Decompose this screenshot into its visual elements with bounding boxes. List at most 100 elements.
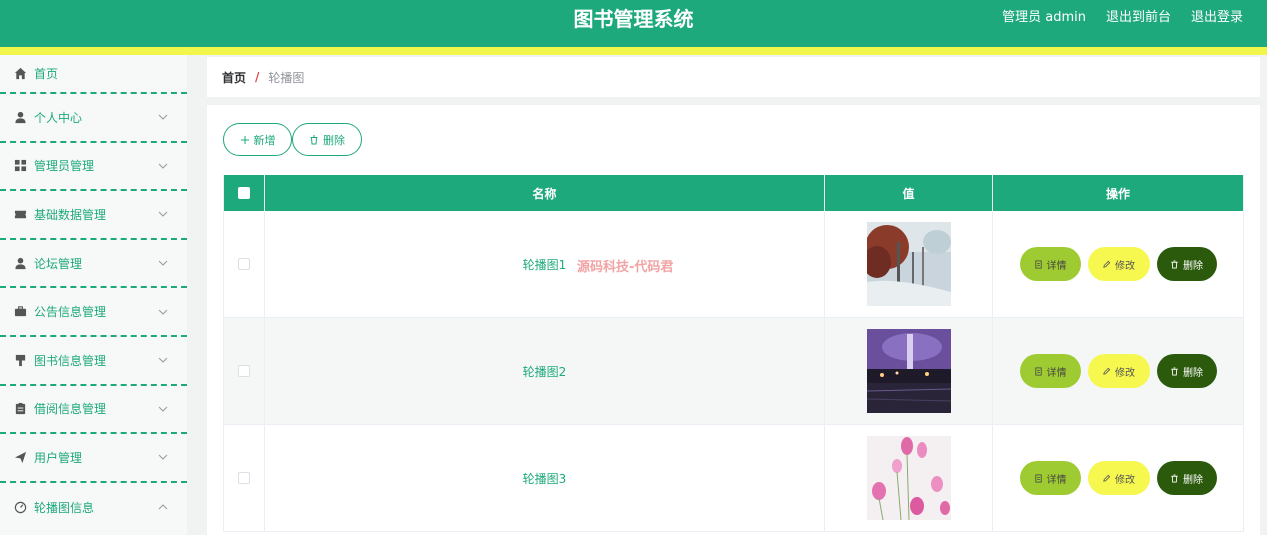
ops-cell: 详情 修改 删除 xyxy=(993,425,1243,531)
ops-cell: 详情 修改 删除 xyxy=(993,211,1243,317)
detail-button[interactable]: 详情 xyxy=(1019,461,1081,495)
breadcrumb-separator: / xyxy=(255,70,260,84)
winter-trees-photo[interactable] xyxy=(866,222,951,306)
chevron-down-icon xyxy=(158,258,168,268)
document-icon xyxy=(1034,473,1042,483)
pencil-icon xyxy=(1103,367,1111,375)
exit-to-front-link[interactable]: 退出到前台 xyxy=(1106,9,1171,27)
edit-button[interactable]: 修改 xyxy=(1087,461,1150,495)
logout-link[interactable]: 退出登录 xyxy=(1191,9,1243,27)
trash-icon xyxy=(1171,259,1178,269)
sidebar-item-label: 轮播图信息 xyxy=(34,500,95,515)
row-name: 轮播图2 xyxy=(522,364,567,379)
send-icon xyxy=(13,450,27,464)
select-all-checkbox[interactable] xyxy=(238,187,250,199)
table-row: 轮播图1 源码科技-代码君 详情 修改 删除 xyxy=(224,211,1243,318)
sidebar-item-carousel[interactable]: 轮播图信息 xyxy=(0,483,187,532)
edit-button[interactable]: 修改 xyxy=(1087,247,1150,281)
table-row: 轮播图2 详情 修改 删除 xyxy=(224,318,1243,425)
sidebar-item-label: 管理员管理 xyxy=(34,159,95,174)
sidebar-item-label: 论坛管理 xyxy=(34,256,83,271)
chevron-up-icon xyxy=(158,502,168,512)
sidebar-item-admin-management[interactable]: 管理员管理 xyxy=(0,143,187,192)
breadcrumb: 首页 / 轮播图 xyxy=(207,57,1260,97)
add-button-label: 新增 xyxy=(253,133,276,147)
dashboard-icon xyxy=(13,500,27,514)
detail-label: 详情 xyxy=(1046,260,1067,272)
sidebar-item-forum[interactable]: 论坛管理 xyxy=(0,240,187,289)
home-icon xyxy=(13,67,27,81)
column-header-ops: 操作 xyxy=(1105,186,1130,201)
row-check-cell xyxy=(224,425,265,531)
pink-flowers-photo[interactable] xyxy=(866,436,951,520)
breadcrumb-current: 轮播图 xyxy=(268,70,305,85)
pencil-icon xyxy=(1103,474,1111,482)
value-cell xyxy=(825,318,993,424)
header-select-all-cell xyxy=(224,175,265,211)
sidebar-item-label: 个人中心 xyxy=(34,110,83,125)
chevron-down-icon xyxy=(158,161,168,171)
sidebar-item-basic-data[interactable]: 基础数据管理 xyxy=(0,191,187,240)
sidebar-item-label: 基础数据管理 xyxy=(34,207,107,222)
pencil-icon xyxy=(1103,260,1111,268)
row-name: 轮播图1 xyxy=(522,257,567,272)
delete-label: 删除 xyxy=(1183,260,1203,272)
watermark-text: 源码科技-代码君 xyxy=(577,260,674,275)
delete-button[interactable]: 删除 xyxy=(1156,461,1217,495)
column-header-value: 值 xyxy=(825,175,993,211)
row-checkbox[interactable] xyxy=(238,365,250,377)
trash-icon xyxy=(1171,473,1178,483)
clipboard-icon xyxy=(13,402,27,416)
header-actions: 管理员 admin 退出到前台 退出登录 xyxy=(1002,9,1243,27)
sidebar-item-announcements[interactable]: 公告信息管理 xyxy=(0,288,187,337)
delete-button[interactable]: 删除 xyxy=(1156,247,1217,281)
brush-icon xyxy=(13,353,27,367)
sidebar-item-label: 图书信息管理 xyxy=(34,353,107,368)
delete-label: 删除 xyxy=(1183,474,1203,486)
sidebar-item-label: 公告信息管理 xyxy=(34,305,107,320)
row-check-cell xyxy=(224,211,265,317)
edit-button[interactable]: 修改 xyxy=(1087,354,1150,388)
ops-cell: 详情 修改 删除 xyxy=(993,318,1243,424)
chevron-down-icon xyxy=(158,355,168,365)
sidebar-item-home[interactable]: 首页 xyxy=(0,55,187,94)
name-cell: 轮播图1 源码科技-代码君 xyxy=(265,211,825,317)
edit-label: 修改 xyxy=(1115,474,1135,486)
night-lake-photo[interactable] xyxy=(866,329,951,413)
detail-button[interactable]: 详情 xyxy=(1019,247,1081,281)
row-checkbox[interactable] xyxy=(238,472,250,484)
batch-delete-button[interactable]: 删除 xyxy=(292,123,362,156)
carousel-table: 名称 值 操作 轮播图1 源码科技-代码君 详情 修改 删除 轮播图2 详情 修… xyxy=(223,175,1244,532)
user-icon xyxy=(13,110,27,124)
sidebar-item-borrowing[interactable]: 借阅信息管理 xyxy=(0,386,187,435)
row-checkbox[interactable] xyxy=(238,258,250,270)
delete-label: 删除 xyxy=(1183,367,1203,379)
detail-button[interactable]: 详情 xyxy=(1019,354,1081,388)
top-header: 图书管理系统 管理员 admin 退出到前台 退出登录 xyxy=(0,0,1267,47)
grid-icon xyxy=(13,159,27,173)
name-cell: 轮播图3 xyxy=(265,425,825,531)
batch-delete-label: 删除 xyxy=(323,133,345,147)
name-cell: 轮播图2 xyxy=(265,318,825,424)
sidebar-item-label: 借阅信息管理 xyxy=(34,402,107,417)
plus-icon xyxy=(240,135,249,144)
breadcrumb-home[interactable]: 首页 xyxy=(222,69,246,86)
add-button[interactable]: 新增 xyxy=(223,123,292,156)
sidebar-item-personal-center[interactable]: 个人中心 xyxy=(0,94,187,143)
document-icon xyxy=(1034,366,1042,376)
chevron-down-icon xyxy=(158,452,168,462)
sidebar-item-books[interactable]: 图书信息管理 xyxy=(0,337,187,386)
sidebar-item-label: 首页 xyxy=(34,67,59,81)
briefcase-icon xyxy=(13,305,27,319)
value-cell xyxy=(825,425,993,531)
trash-icon xyxy=(1171,366,1178,376)
sidebar-item-label: 用户管理 xyxy=(34,450,83,465)
delete-button[interactable]: 删除 xyxy=(1156,354,1217,388)
chevron-down-icon xyxy=(158,112,168,122)
chevron-down-icon xyxy=(158,307,168,317)
ticket-icon xyxy=(13,207,27,221)
column-header-name: 名称 xyxy=(265,175,825,211)
edit-label: 修改 xyxy=(1115,260,1135,272)
current-user-label: 管理员 admin xyxy=(1002,10,1086,25)
sidebar-item-users[interactable]: 用户管理 xyxy=(0,434,187,483)
